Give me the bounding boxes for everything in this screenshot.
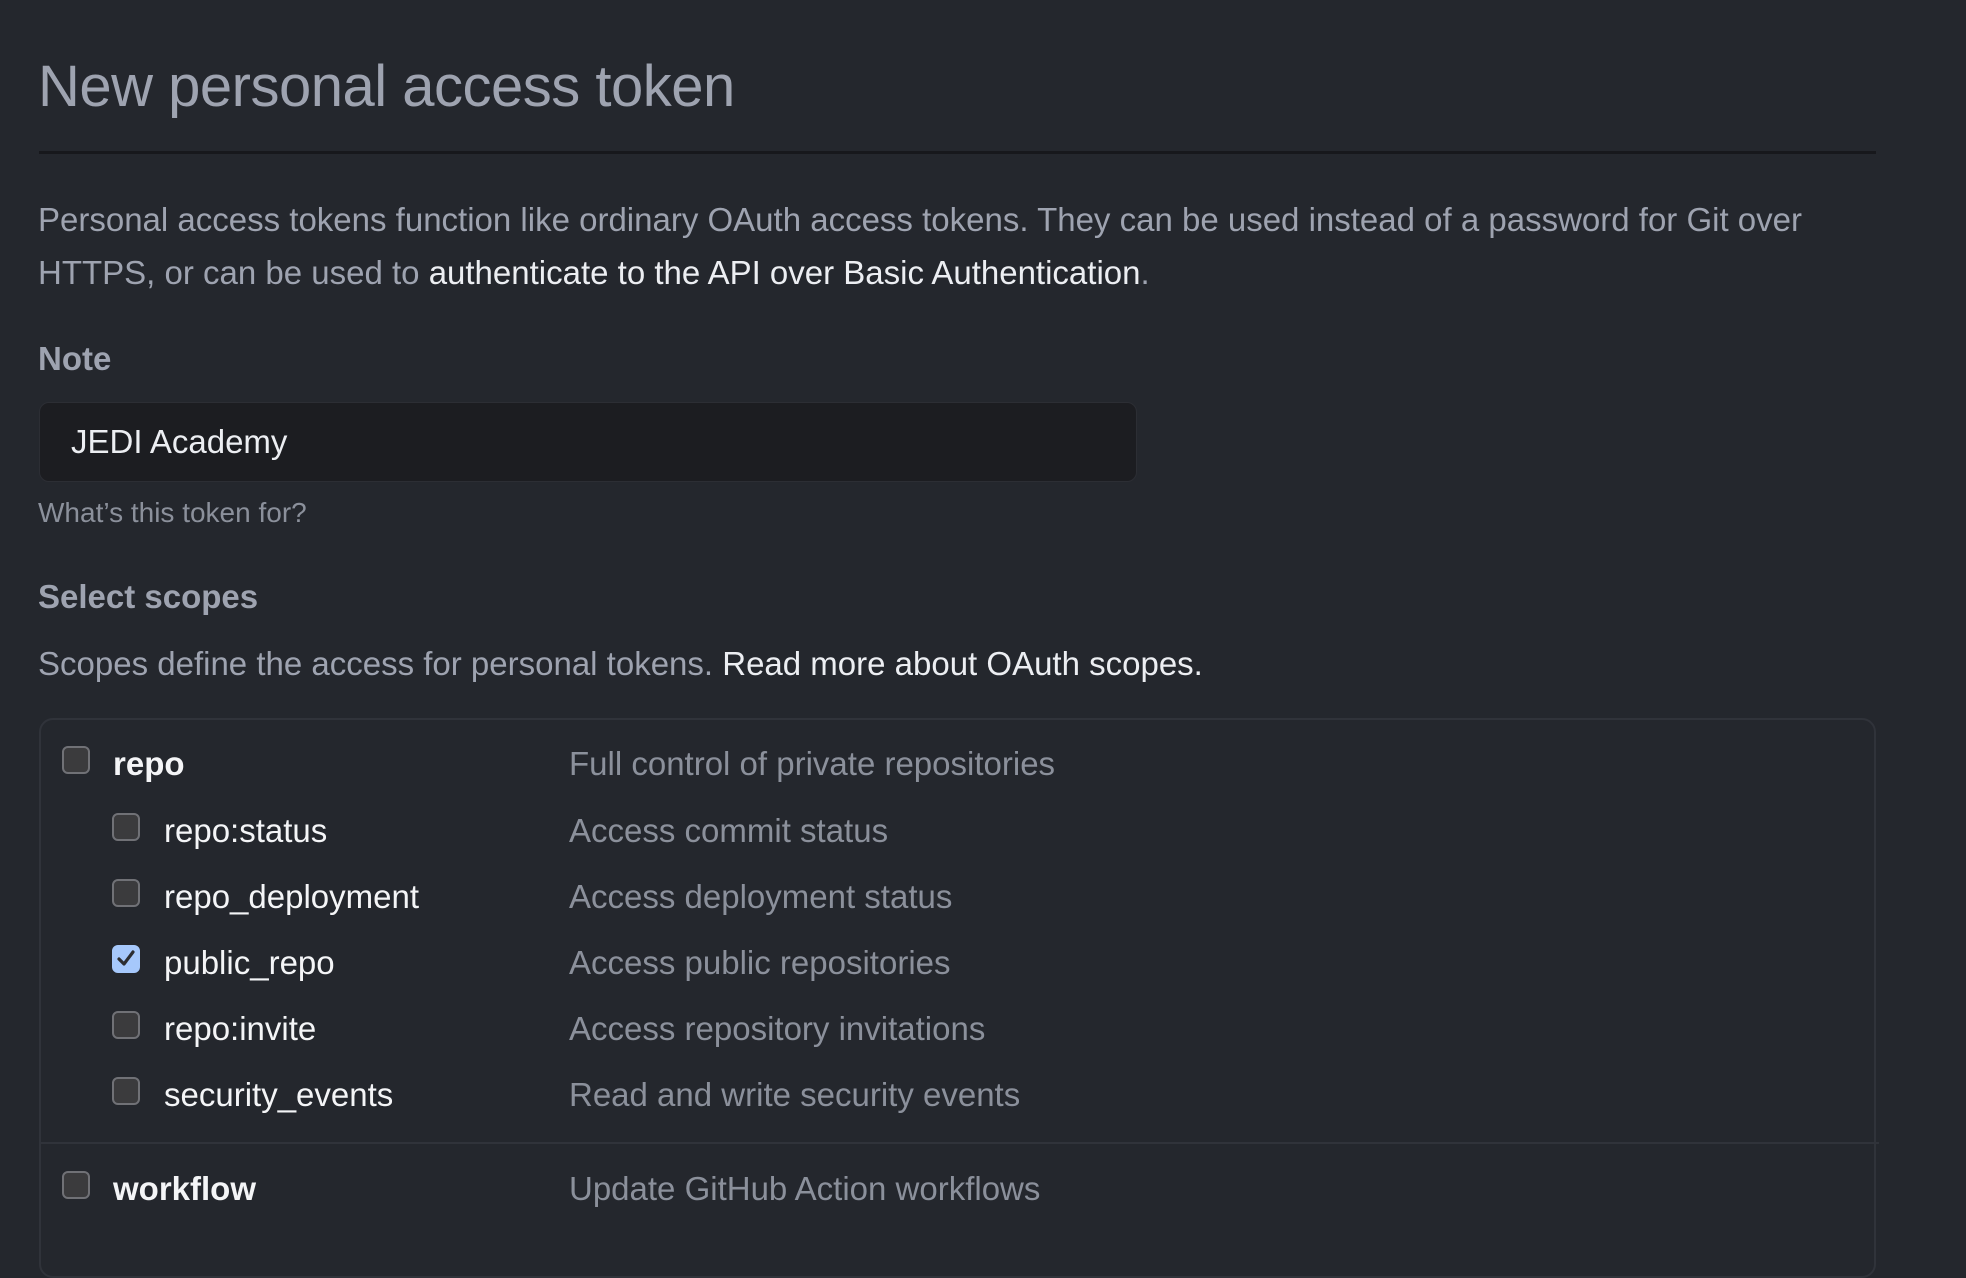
scope-name[interactable]: security_events <box>164 1076 393 1114</box>
scope-name[interactable]: repo:invite <box>164 1010 316 1048</box>
scope-name[interactable]: workflow <box>113 1170 256 1208</box>
scope-checkbox[interactable] <box>112 945 140 973</box>
scope-checkbox[interactable] <box>112 1011 140 1039</box>
scope-checkbox[interactable] <box>62 1171 90 1199</box>
scope-name[interactable]: repo_deployment <box>164 878 419 916</box>
scope-description: Update GitHub Action workflows <box>569 1170 1041 1207</box>
scope-group-divider <box>39 1142 1879 1144</box>
scope-name[interactable]: repo:status <box>164 812 327 850</box>
scope-description: Access commit status <box>569 812 889 849</box>
note-label: Note <box>38 340 112 377</box>
intro-text-end: . <box>1140 254 1150 291</box>
note-helper-text: What’s this token for? <box>38 497 307 528</box>
scope-checkbox[interactable] <box>112 1077 140 1105</box>
page-title: New personal access token <box>38 54 735 119</box>
oauth-scopes-link[interactable]: Read more about OAuth scopes. <box>722 645 1203 682</box>
select-scopes-heading: Select scopes <box>38 578 259 615</box>
scopes-description-text: Scopes define the access for personal to… <box>38 645 723 682</box>
title-divider <box>39 151 1876 154</box>
scope-description: Access deployment status <box>569 878 953 915</box>
scope-checkbox[interactable] <box>112 813 140 841</box>
scopes-description: Scopes define the access for personal to… <box>38 645 1203 683</box>
scope-name[interactable]: public_repo <box>164 944 335 982</box>
note-input[interactable] <box>39 402 1137 482</box>
scope-description: Read and write security events <box>569 1076 1021 1113</box>
scope-description: Full control of private repositories <box>569 745 1056 782</box>
basic-auth-link[interactable]: authenticate to the API over Basic Authe… <box>429 254 1141 291</box>
scope-checkbox[interactable] <box>112 879 140 907</box>
intro-paragraph: Personal access tokens function like ord… <box>38 193 1878 299</box>
scope-description: Access public repositories <box>569 944 951 981</box>
scope-description: Access repository invitations <box>569 1010 986 1047</box>
scope-checkbox[interactable] <box>62 746 90 774</box>
scope-name[interactable]: repo <box>113 745 185 783</box>
checkmark-icon <box>117 950 135 966</box>
